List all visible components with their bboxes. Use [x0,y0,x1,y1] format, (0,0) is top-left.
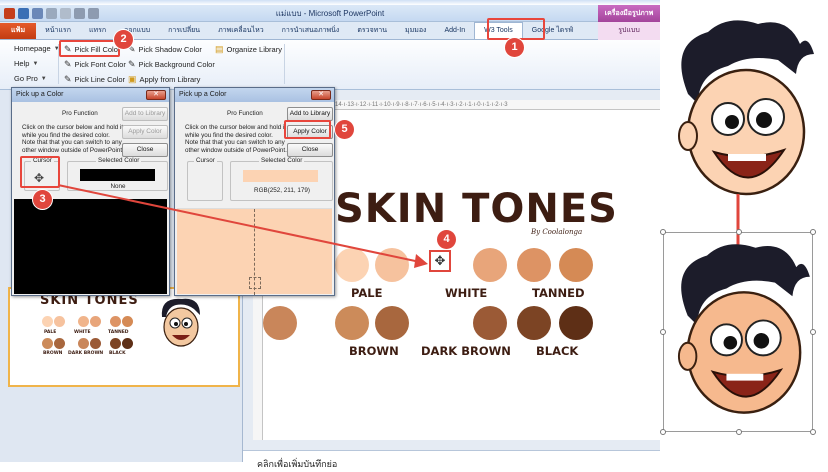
highlight-pick-fill-color [59,40,120,57]
step-badge-4: 4 [437,230,456,249]
step-badge-2: 2 [114,30,133,49]
highlight-w3-tools [487,18,545,40]
highlight-apply-color [284,120,331,139]
step-badge-3: 3 [33,190,52,209]
highlight-cursor [20,156,60,188]
step-badge-1: 1 [505,38,524,57]
step-badge-5: 5 [335,120,354,139]
annotation-arrow [57,184,428,268]
